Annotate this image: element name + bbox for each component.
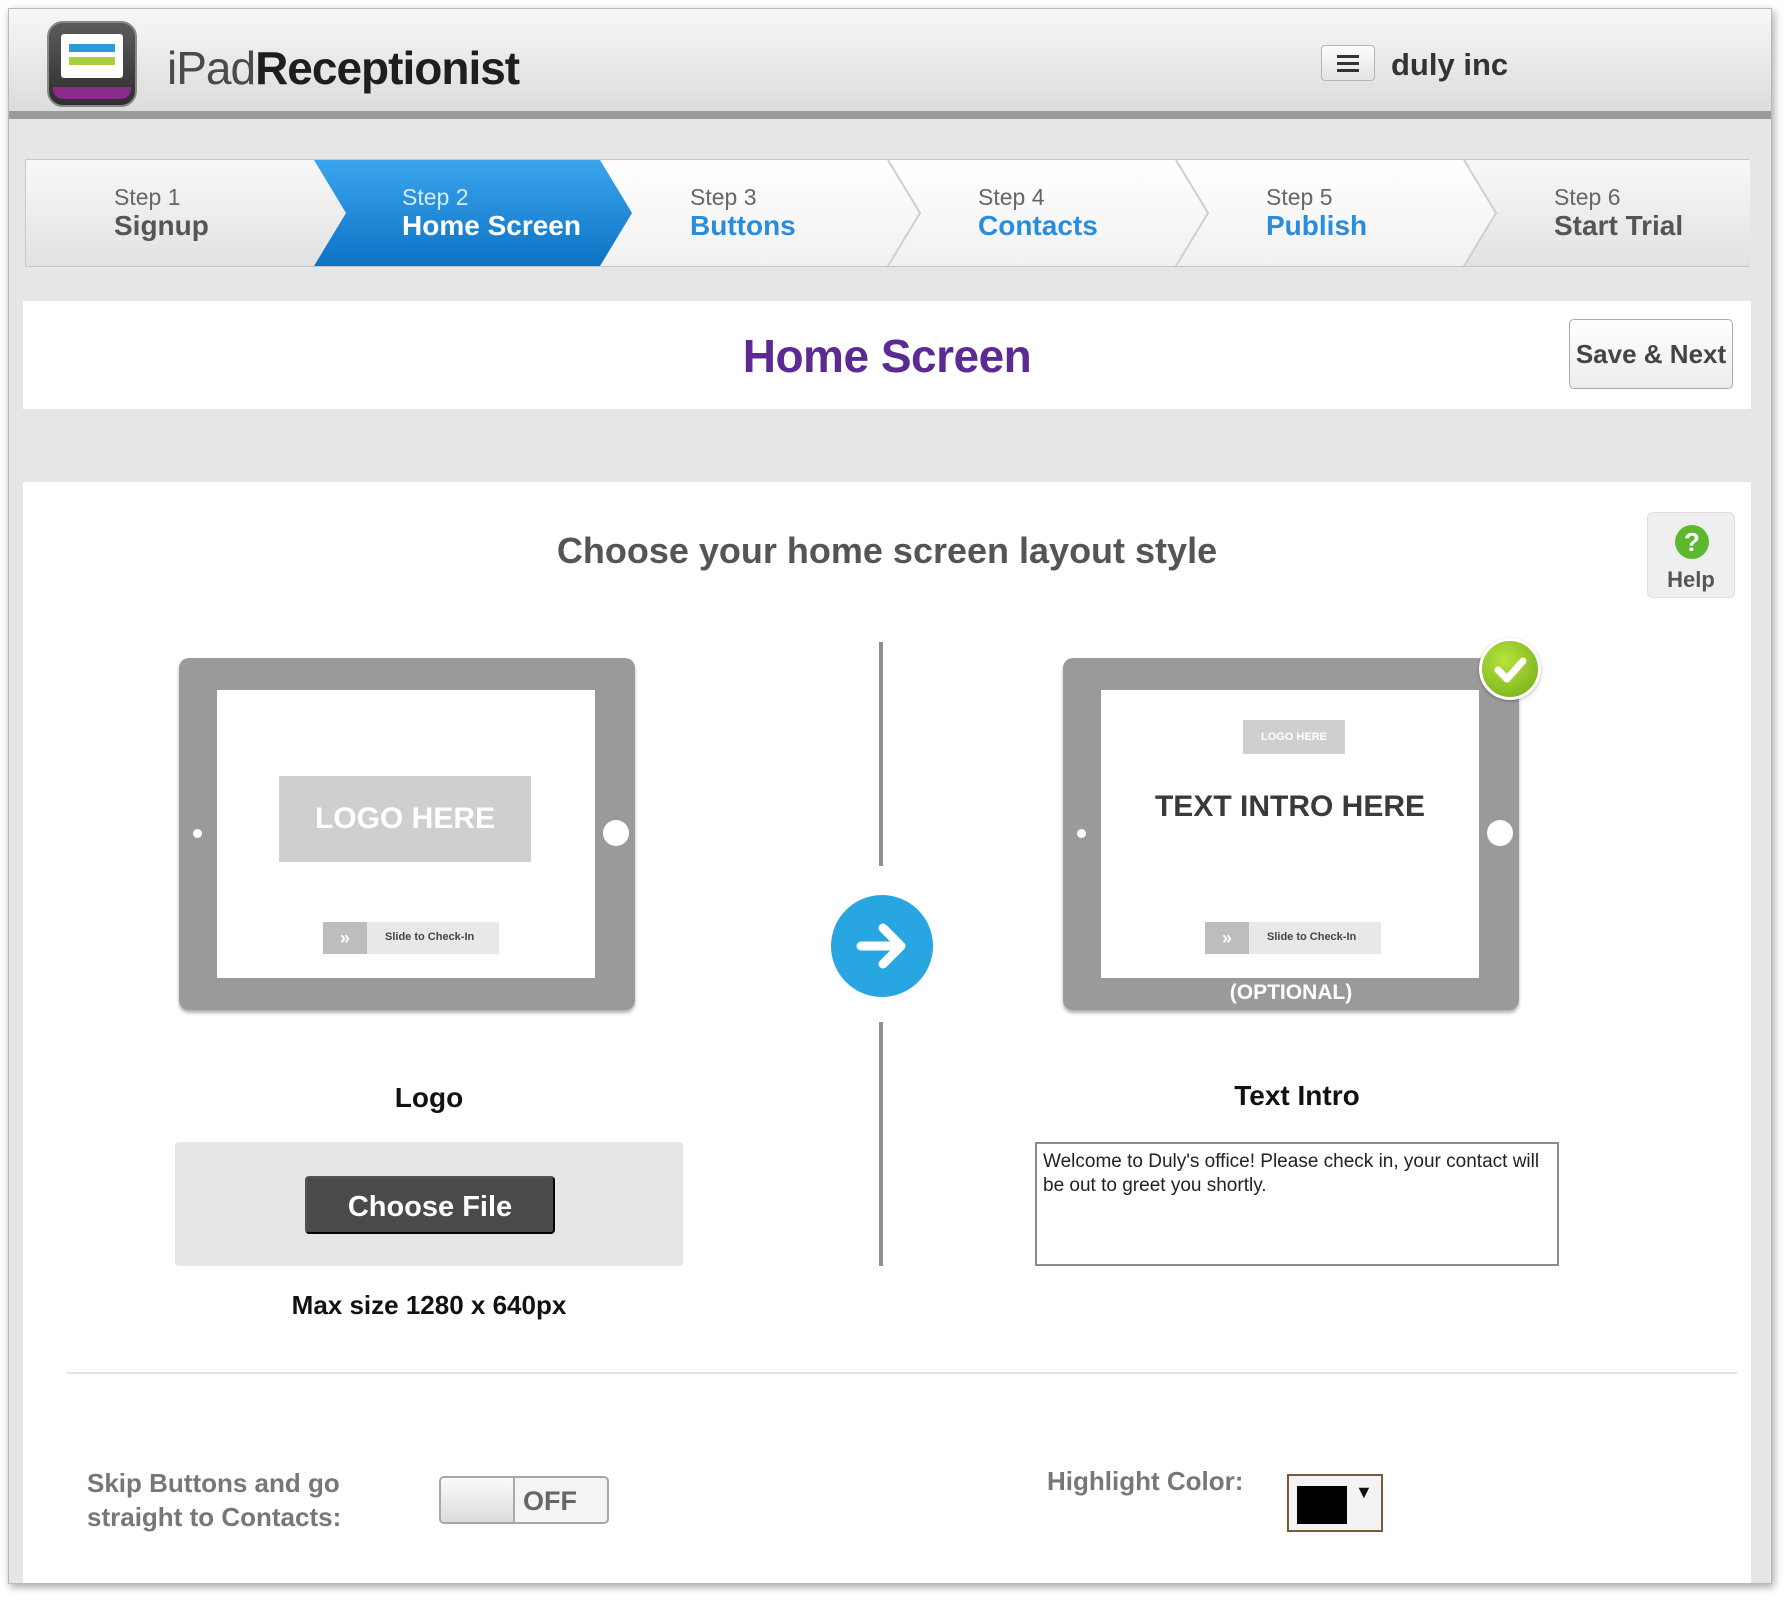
app-window: iPadReceptionist duly inc Step 1 Signup … [8, 8, 1772, 1584]
step-name: Buttons [690, 210, 796, 241]
step-number: Step 3 [690, 184, 757, 210]
skip-buttons-toggle[interactable]: OFF [439, 1476, 609, 1524]
dropdown-arrow-icon: ▼ [1355, 1482, 1373, 1502]
step-name: Home Screen [402, 210, 581, 241]
step-name: Start Trial [1554, 210, 1684, 241]
highlight-color-picker[interactable]: ▼ [1287, 1474, 1383, 1532]
divider [879, 642, 883, 866]
step-number: Step 2 [402, 184, 469, 210]
logo-placeholder: LOGO HERE [279, 776, 531, 862]
logo-option-label: Logo [394, 1082, 464, 1113]
skip-label-line1: Skip Buttons and go [87, 1468, 340, 1498]
hamburger-menu-icon[interactable] [1321, 45, 1375, 81]
question-mark-icon: ? [1675, 525, 1709, 559]
step-number: Step 1 [114, 184, 181, 210]
stepper-arrows [26, 160, 1750, 266]
text-intro-placeholder: TEXT INTRO HERE [1154, 790, 1425, 823]
section-divider [67, 1372, 1737, 1374]
page-title: Home Screen [742, 330, 1032, 382]
max-size-hint: Max size 1280 x 640px [291, 1290, 567, 1320]
app-title: iPadReceptionist [167, 41, 520, 95]
app-title-light: iPad [167, 42, 256, 94]
save-next-button[interactable]: Save & Next [1569, 319, 1733, 389]
section-heading: Choose your home screen layout style [556, 530, 1218, 571]
highlight-color-label: Highlight Color: [1047, 1466, 1244, 1496]
help-button[interactable]: ? Help [1647, 512, 1735, 598]
skip-buttons-label: Skip Buttons and go straight to Contacts… [87, 1466, 341, 1534]
text-intro-field[interactable]: Welcome to Duly's office! Please check i… [1035, 1142, 1559, 1266]
step-number: Step 5 [1266, 184, 1333, 210]
checkmark-icon [1479, 638, 1541, 700]
slide-text: Slide to Check-In [385, 931, 475, 943]
divider [879, 1022, 883, 1266]
step-number: Step 4 [978, 184, 1045, 210]
step-name: Signup [114, 210, 209, 241]
color-swatch [1297, 1486, 1347, 1524]
slide-text: Slide to Check-In [1267, 931, 1357, 943]
double-chevron-icon: » [1205, 922, 1249, 954]
toggle-state: OFF [523, 1486, 577, 1516]
skip-label-line2: straight to Contacts: [87, 1502, 342, 1532]
toggle-thumb[interactable] [441, 1478, 515, 1522]
logo-placeholder: LOGO HERE [1243, 720, 1345, 754]
app-title-bold: Receptionist [255, 42, 520, 94]
app-logo-icon [47, 21, 137, 107]
step-name: Publish [1266, 210, 1368, 241]
company-name[interactable]: duly inc [1391, 47, 1508, 83]
choose-file-button[interactable]: Choose File [305, 1176, 555, 1234]
layout-panel: Choose your home screen layout style ? H… [23, 482, 1751, 1583]
help-label: Help [1667, 567, 1715, 592]
app-header: iPadReceptionist duly inc [9, 9, 1771, 119]
logo-layout-preview[interactable]: LOGO HERE » Slide to Check-In [179, 658, 635, 1010]
slide-to-checkin: » Slide to Check-In [323, 922, 499, 954]
text-intro-option-label: Text Intro [1234, 1080, 1360, 1111]
step-number: Step 6 [1554, 184, 1621, 210]
text-intro-layout-preview[interactable]: LOGO HERE TEXT INTRO HERE » Slide to Che… [1063, 658, 1519, 1010]
step-name: Contacts [978, 210, 1098, 241]
page-title-bar: Home Screen Save & Next [23, 301, 1751, 409]
double-chevron-icon: » [323, 922, 367, 954]
logo-upload-area: Choose File [175, 1142, 683, 1266]
wizard-stepper: Step 1 Signup Step 2 Home Screen Step 3 … [25, 159, 1750, 267]
slide-to-checkin: » Slide to Check-In [1205, 922, 1381, 954]
arrow-right-icon [831, 895, 933, 997]
optional-label: (OPTIONAL) [1229, 981, 1353, 1004]
